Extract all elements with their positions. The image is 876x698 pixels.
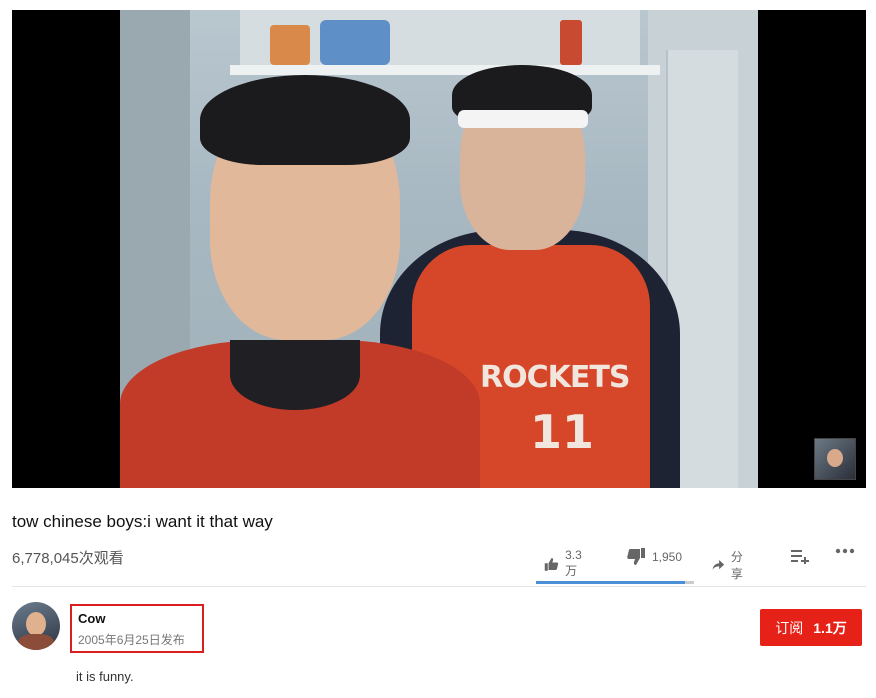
person-back-headband — [458, 110, 588, 128]
person-front-neck — [230, 340, 360, 410]
thumbs-up-icon — [544, 557, 559, 571]
like-ratio-fill — [536, 581, 685, 584]
thumbs-down-icon — [627, 548, 645, 565]
channel-info-highlight: Cow 2005年6月25日发布 — [70, 604, 204, 653]
publish-date: 2005年6月25日发布 — [78, 633, 185, 647]
channel-avatar[interactable] — [12, 602, 60, 650]
scene-shelf-board — [230, 65, 660, 75]
scene-item — [560, 20, 582, 65]
subscriber-count: 1.1万 — [813, 619, 847, 636]
share-icon — [712, 559, 725, 571]
like-ratio-bar — [536, 581, 694, 584]
view-count: 6,778,045次观看 — [12, 550, 124, 567]
person-front-hair — [200, 75, 410, 165]
share-button[interactable]: 分享 — [712, 548, 748, 582]
scene-item — [270, 25, 310, 65]
add-to-playlist-icon — [791, 550, 809, 564]
video-description: it is funny. — [76, 669, 134, 684]
subscribe-label: 订阅 — [775, 619, 804, 636]
scene-item — [320, 20, 390, 65]
like-button[interactable]: 3.3万 — [544, 548, 587, 579]
more-button[interactable] — [835, 548, 855, 554]
avatar-face — [26, 612, 46, 636]
subscribe-button[interactable]: 订阅 1.1万 — [760, 609, 862, 646]
avatar-body — [18, 634, 54, 650]
add-to-playlist-button[interactable] — [790, 548, 810, 564]
more-horizontal-icon — [835, 548, 855, 554]
thumbnail-face — [827, 449, 843, 467]
jersey-number: 11 — [530, 405, 595, 459]
jersey-text: ROCKETS — [480, 360, 630, 395]
like-count: 3.3万 — [565, 548, 582, 578]
dislike-count: 1,950 — [652, 550, 683, 564]
divider — [12, 586, 866, 587]
dislike-button[interactable]: 1,950 — [626, 548, 682, 566]
video-player[interactable]: ROCKETS 11 — [12, 10, 866, 488]
channel-name[interactable]: Cow — [78, 611, 105, 626]
share-label: 分享 — [730, 550, 743, 581]
video-frame[interactable]: ROCKETS 11 — [120, 10, 758, 488]
video-title: tow chinese boys:i want it that way — [12, 512, 273, 531]
video-thumbnail-icon[interactable] — [814, 438, 856, 480]
